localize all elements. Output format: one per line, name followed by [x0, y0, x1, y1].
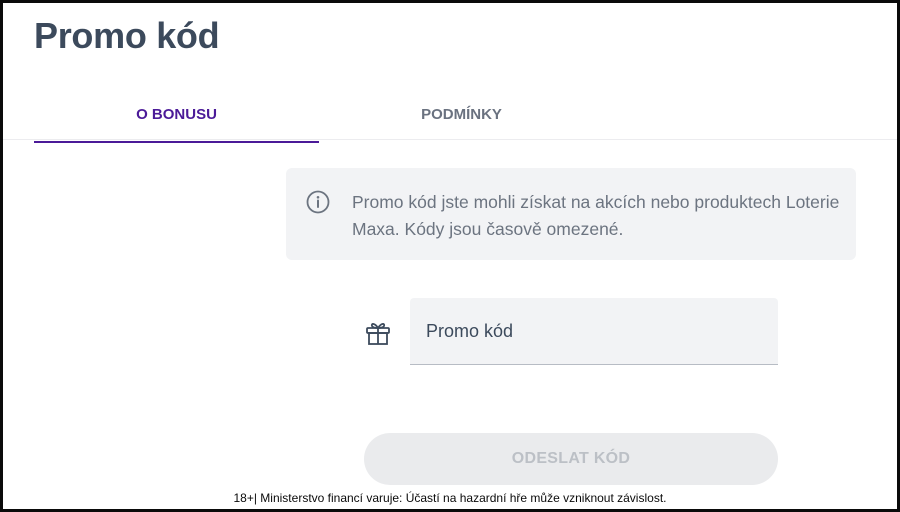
promo-code-field	[410, 298, 778, 365]
promo-code-input[interactable]	[410, 298, 778, 364]
info-box: Promo kód jste mohli získat na akcích ne…	[286, 168, 856, 260]
submit-code-button[interactable]: ODESLAT KÓD	[364, 433, 778, 485]
gambling-disclaimer: 18+| Ministerstvo financí varuje: Účastí…	[233, 491, 667, 505]
tabs-divider	[3, 139, 897, 140]
tab-bar: O BONUSU PODMÍNKY	[6, 87, 894, 143]
info-text: Promo kód jste mohli získat na akcích ne…	[352, 192, 840, 239]
tab-podminky[interactable]: PODMÍNKY	[319, 87, 604, 141]
tab-o-bonusu[interactable]: O BONUSU	[34, 87, 319, 143]
gift-icon	[364, 319, 392, 347]
page-title: Promo kód	[34, 15, 220, 56]
info-icon	[306, 190, 330, 214]
